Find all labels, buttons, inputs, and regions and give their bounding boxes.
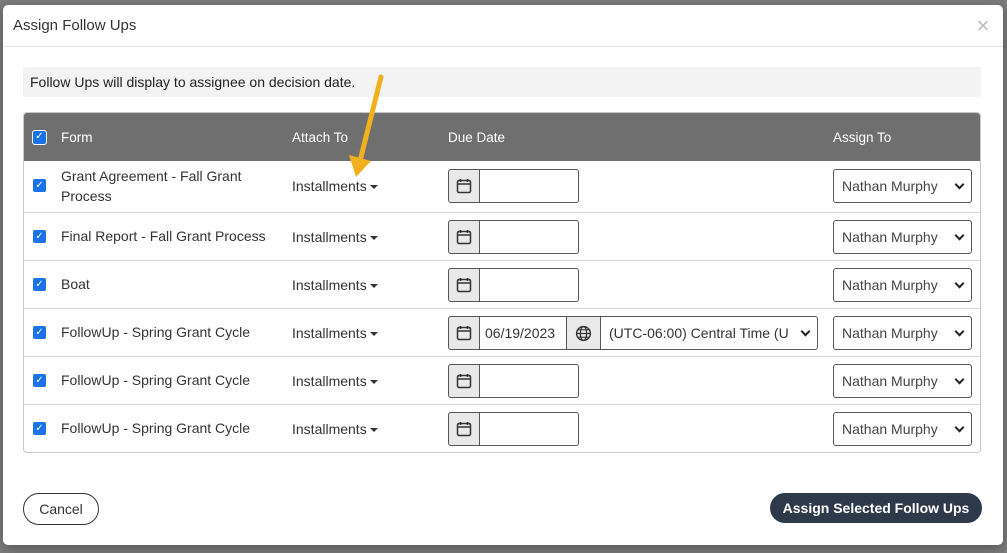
- form-name: FollowUp - Spring Grant Cycle: [61, 372, 251, 388]
- calendar-icon[interactable]: [448, 412, 480, 446]
- assign-to-value: Nathan Murphy: [842, 277, 938, 293]
- caret-down-icon: [369, 284, 378, 288]
- attach-to-dropdown[interactable]: Installments: [292, 419, 378, 439]
- table-row: ✓ FollowUp - Spring Grant Cycle Installmen…: [24, 404, 980, 452]
- due-date-group: (UTC-06:00) Central Time (US: [448, 316, 818, 350]
- assign-to-select[interactable]: Nathan Murphy: [833, 220, 972, 254]
- due-date-input[interactable]: [480, 364, 579, 398]
- calendar-icon[interactable]: [448, 169, 480, 203]
- calendar-icon[interactable]: [448, 220, 480, 254]
- due-date-group: [448, 220, 579, 254]
- attach-to-label: Installments: [292, 229, 367, 245]
- header-assign-to: Assign To: [833, 129, 892, 145]
- due-date-input[interactable]: [480, 316, 567, 350]
- caret-down-icon: [369, 236, 378, 240]
- chevron-down-icon: [954, 374, 965, 384]
- attach-to-label: Installments: [292, 277, 367, 293]
- assign-to-select[interactable]: Nathan Murphy: [833, 268, 972, 302]
- chevron-down-icon: [800, 326, 811, 336]
- due-date-group: [448, 412, 579, 446]
- annotation-arrow: [349, 74, 384, 177]
- select-all-checkbox-cell: ✓: [32, 113, 47, 161]
- due-date-group: [448, 169, 579, 203]
- caret-down-icon: [369, 428, 378, 432]
- row-checkbox[interactable]: ✓: [33, 230, 46, 243]
- assign-to-value: Nathan Murphy: [842, 325, 938, 341]
- due-date-input[interactable]: [480, 169, 579, 203]
- chevron-down-icon: [954, 326, 965, 336]
- assign-to-value: Nathan Murphy: [842, 229, 938, 245]
- table-row: ✓ Final Report - Fall Grant Process Instal…: [24, 212, 980, 260]
- table-row: ✓ Grant Agreement - Fall Grant Process Ins…: [24, 161, 980, 212]
- due-date-group: [448, 364, 579, 398]
- caret-down-icon: [369, 380, 378, 384]
- info-message: Follow Ups will display to assignee on d…: [23, 67, 981, 97]
- close-icon[interactable]: ×: [973, 13, 993, 39]
- timezone-value: (UTC-06:00) Central Time (US: [609, 325, 789, 341]
- timezone-select[interactable]: (UTC-06:00) Central Time (US: [601, 316, 818, 350]
- row-checkbox[interactable]: ✓: [33, 326, 46, 339]
- attach-to-label: Installments: [292, 373, 367, 389]
- due-date-input[interactable]: [480, 220, 579, 254]
- attach-to-dropdown[interactable]: Installments: [292, 275, 378, 295]
- table-header: ✓ Form Attach To Due Date Assign To: [24, 113, 980, 161]
- assign-to-select[interactable]: Nathan Murphy: [833, 316, 972, 350]
- due-date-group: [448, 268, 579, 302]
- caret-down-icon: [369, 185, 378, 189]
- due-date-input[interactable]: [480, 268, 579, 302]
- row-checkbox[interactable]: ✓: [33, 179, 46, 192]
- header-due-date: Due Date: [448, 129, 506, 145]
- attach-to-label: Installments: [292, 421, 367, 437]
- row-checkbox[interactable]: ✓: [33, 278, 46, 291]
- row-checkbox[interactable]: ✓: [33, 374, 46, 387]
- attach-to-dropdown[interactable]: Installments: [292, 323, 378, 343]
- calendar-icon[interactable]: [448, 316, 480, 350]
- assign-to-select[interactable]: Nathan Murphy: [833, 364, 972, 398]
- header-attach-to: Attach To: [292, 129, 349, 145]
- table-row: ✓ FollowUp - Spring Grant Cycle Installmen…: [24, 356, 980, 404]
- calendar-icon[interactable]: [448, 364, 480, 398]
- assign-to-select[interactable]: Nathan Murphy: [833, 169, 972, 203]
- form-name: Grant Agreement - Fall Grant Process: [61, 168, 242, 204]
- caret-down-icon: [369, 332, 378, 336]
- globe-icon[interactable]: [567, 316, 601, 350]
- attach-to-label: Installments: [292, 325, 367, 341]
- form-name: FollowUp - Spring Grant Cycle: [61, 420, 251, 436]
- attach-to-dropdown[interactable]: Installments: [292, 371, 378, 391]
- chevron-down-icon: [954, 179, 965, 189]
- form-name: FollowUp - Spring Grant Cycle: [61, 324, 251, 340]
- table-row: ✓ Boat Installments Nathan Murphy: [24, 260, 980, 308]
- row-checkbox[interactable]: ✓: [33, 422, 46, 435]
- assign-to-value: Nathan Murphy: [842, 373, 938, 389]
- modal-header: Assign Follow Ups ×: [3, 5, 1003, 47]
- form-name: Boat: [61, 276, 90, 292]
- select-all-checkbox[interactable]: ✓: [32, 129, 47, 145]
- table-row: ✓ FollowUp - Spring Grant Cycle Installmen…: [24, 308, 980, 356]
- assign-selected-button[interactable]: Assign Selected Follow Ups: [770, 493, 982, 523]
- calendar-icon[interactable]: [448, 268, 480, 302]
- attach-to-dropdown[interactable]: Installments: [292, 227, 378, 247]
- chevron-down-icon: [954, 230, 965, 240]
- modal-title: Assign Follow Ups: [13, 17, 137, 34]
- form-name: Final Report - Fall Grant Process: [61, 228, 266, 244]
- assign-follow-ups-modal: Assign Follow Ups × Follow Ups will disp…: [3, 5, 1003, 545]
- header-form: Form: [61, 129, 93, 145]
- cancel-button[interactable]: Cancel: [23, 493, 99, 525]
- assign-to-value: Nathan Murphy: [842, 178, 938, 194]
- chevron-down-icon: [954, 422, 965, 432]
- follow-ups-table: ✓ Form Attach To Due Date Assign To ✓ Gra…: [23, 112, 981, 453]
- assign-to-select[interactable]: Nathan Murphy: [833, 412, 972, 446]
- due-date-input[interactable]: [480, 412, 579, 446]
- assign-to-value: Nathan Murphy: [842, 421, 938, 437]
- chevron-down-icon: [954, 278, 965, 288]
- table-body: ✓ Grant Agreement - Fall Grant Process Ins…: [24, 161, 980, 452]
